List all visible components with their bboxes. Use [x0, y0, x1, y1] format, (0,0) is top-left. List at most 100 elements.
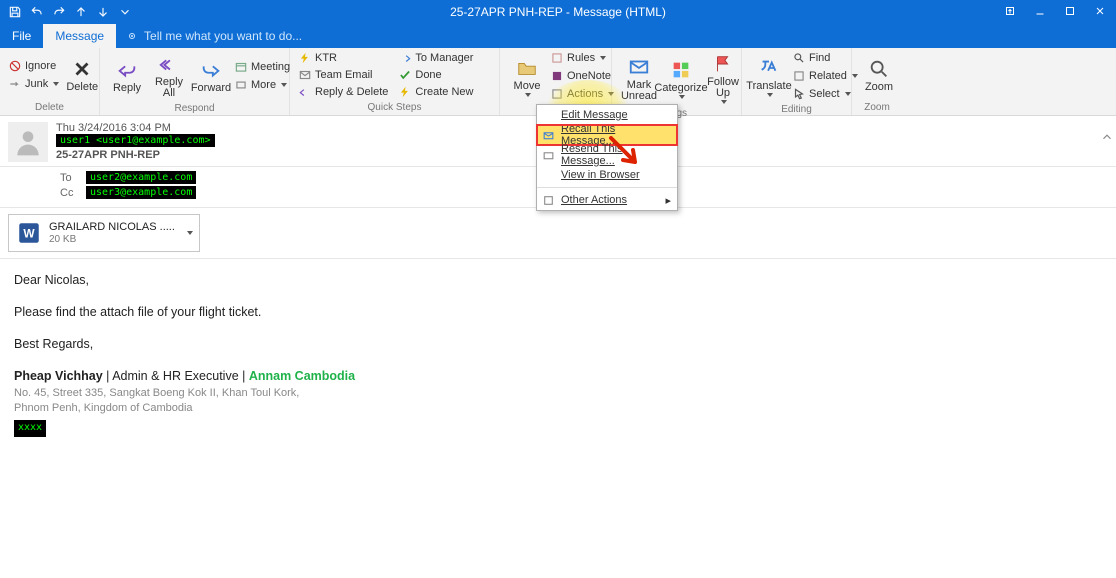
- move-icon: [515, 56, 539, 80]
- svg-text:W: W: [23, 226, 35, 240]
- save-icon[interactable]: [8, 5, 22, 19]
- tab-message[interactable]: Message: [43, 24, 116, 48]
- maximize-icon[interactable]: [1064, 5, 1076, 20]
- forward-button[interactable]: Forward: [190, 56, 232, 96]
- translate-button[interactable]: Translate: [748, 54, 790, 99]
- sig-name: Pheap Vichhay: [14, 369, 103, 383]
- group-delete: Ignore Junk Delete Delete: [0, 48, 100, 115]
- next-item-icon[interactable]: [96, 5, 110, 19]
- to-label: To: [60, 172, 80, 184]
- ignore-icon: [8, 59, 22, 73]
- tell-me-placeholder: Tell me what you want to do...: [144, 29, 302, 43]
- menu-other-actions[interactable]: Other Actions ▸: [537, 190, 677, 210]
- followup-button[interactable]: Follow Up: [702, 50, 744, 106]
- scroll-up-icon[interactable]: [1100, 130, 1114, 144]
- select-icon: [792, 87, 806, 101]
- lightning-icon: [398, 85, 412, 99]
- resend-icon: [541, 148, 555, 162]
- recall-icon: [541, 128, 555, 142]
- attachment-item[interactable]: W GRAILARD NICOLAS ..... 20 KB: [8, 214, 200, 252]
- to-manager-icon: [398, 51, 412, 65]
- find-button[interactable]: Find: [790, 50, 860, 66]
- junk-button[interactable]: Junk: [6, 76, 61, 92]
- menu-edit-message[interactable]: Edit Message: [537, 105, 677, 125]
- delete-icon: [70, 57, 94, 81]
- qs-create-new[interactable]: Create New: [396, 84, 475, 100]
- sig-addr2: Phnom Penh, Kingdom of Cambodia: [14, 401, 1102, 417]
- find-icon: [792, 51, 806, 65]
- zoom-button[interactable]: Zoom: [858, 55, 900, 95]
- ignore-button[interactable]: Ignore: [6, 58, 61, 74]
- to-address: user2@example.com: [86, 171, 196, 184]
- envelope-icon: [627, 55, 651, 79]
- reply-all-button[interactable]: Reply All: [148, 50, 190, 101]
- rules-icon: [550, 51, 564, 65]
- cc-label: Cc: [60, 187, 80, 199]
- move-button[interactable]: Move: [506, 54, 548, 99]
- quick-access-toolbar: [0, 5, 132, 19]
- sender-avatar: [8, 122, 48, 162]
- window-controls: [1004, 5, 1116, 20]
- lightning-icon: [298, 51, 312, 65]
- attachment-bar: W GRAILARD NICOLAS ..... 20 KB: [0, 208, 1116, 259]
- reply-delete-icon: [298, 85, 312, 99]
- related-button[interactable]: Related: [790, 68, 860, 84]
- select-button[interactable]: Select: [790, 86, 860, 102]
- meeting-button[interactable]: Meeting: [232, 59, 292, 75]
- sig-company: Annam Cambodia: [249, 369, 355, 383]
- other-actions-icon: [541, 193, 555, 207]
- qs-reply-delete[interactable]: Reply & Delete: [296, 84, 390, 100]
- actions-button[interactable]: Actions: [548, 86, 616, 102]
- ribbon-options-icon[interactable]: [1004, 5, 1016, 20]
- rules-button[interactable]: Rules: [548, 50, 616, 66]
- group-label-quicksteps: Quick Steps: [290, 102, 499, 115]
- sig-phone: xxxx: [14, 420, 46, 437]
- forward-icon: [199, 58, 223, 82]
- attachment-size: 20 KB: [49, 234, 175, 245]
- group-label-respond: Respond: [100, 103, 289, 116]
- qs-to-manager[interactable]: To Manager: [396, 50, 475, 66]
- title-bar: 25-27APR PNH-REP - Message (HTML): [0, 0, 1116, 24]
- message-body: Dear Nicolas, Please find the attach fil…: [0, 259, 1116, 449]
- qat-customize-icon[interactable]: [118, 5, 132, 19]
- reply-button[interactable]: Reply: [106, 56, 148, 96]
- sig-role: | Admin & HR Executive |: [103, 369, 249, 383]
- qs-team-email[interactable]: Team Email: [296, 67, 390, 83]
- tab-file[interactable]: File: [0, 24, 43, 48]
- tell-me-search[interactable]: Tell me what you want to do...: [116, 24, 302, 48]
- qs-ktr[interactable]: KTR: [296, 50, 390, 66]
- group-label-zoom: Zoom: [852, 102, 902, 115]
- categorize-icon: [669, 58, 693, 82]
- signature: Pheap Vichhay | Admin & HR Executive | A…: [14, 367, 1102, 437]
- translate-icon: [757, 56, 781, 80]
- message-from: user1 <user1@example.com>: [56, 134, 215, 147]
- onenote-button[interactable]: OneNote: [548, 68, 616, 84]
- minimize-icon[interactable]: [1034, 5, 1046, 20]
- menu-view-browser[interactable]: View in Browser: [537, 165, 677, 185]
- more-respond-button[interactable]: More: [232, 77, 292, 93]
- mail-icon: [298, 68, 312, 82]
- group-editing: Translate Find Related Select Editing: [742, 48, 852, 115]
- close-icon[interactable]: [1094, 5, 1106, 20]
- attachment-name: GRAILARD NICOLAS .....: [49, 221, 175, 233]
- check-icon: [398, 68, 412, 82]
- menu-resend-message[interactable]: Resend This Message...: [537, 145, 677, 165]
- mark-unread-button[interactable]: Mark Unread: [618, 53, 660, 104]
- more-icon: [234, 78, 248, 92]
- prev-item-icon[interactable]: [74, 5, 88, 19]
- group-zoom: Zoom Zoom: [852, 48, 902, 115]
- undo-icon[interactable]: [30, 5, 44, 19]
- categorize-button[interactable]: Categorize: [660, 56, 702, 101]
- word-file-icon: W: [15, 219, 43, 247]
- body-greeting: Dear Nicolas,: [14, 271, 1102, 289]
- group-quicksteps: KTR Team Email Reply & Delete To Manager…: [290, 48, 500, 115]
- reply-all-icon: [157, 52, 181, 76]
- window-title: 25-27APR PNH-REP - Message (HTML): [450, 5, 666, 19]
- menu-recall-message[interactable]: Recall This Message...: [537, 125, 677, 145]
- qs-done[interactable]: Done: [396, 67, 475, 83]
- body-line: Please find the attach file of your flig…: [14, 303, 1102, 321]
- actions-dropdown-menu: Edit Message Recall This Message... Rese…: [536, 104, 678, 211]
- redo-icon[interactable]: [52, 5, 66, 19]
- delete-button[interactable]: Delete: [61, 55, 103, 95]
- attachment-dropdown-icon[interactable]: [187, 231, 193, 235]
